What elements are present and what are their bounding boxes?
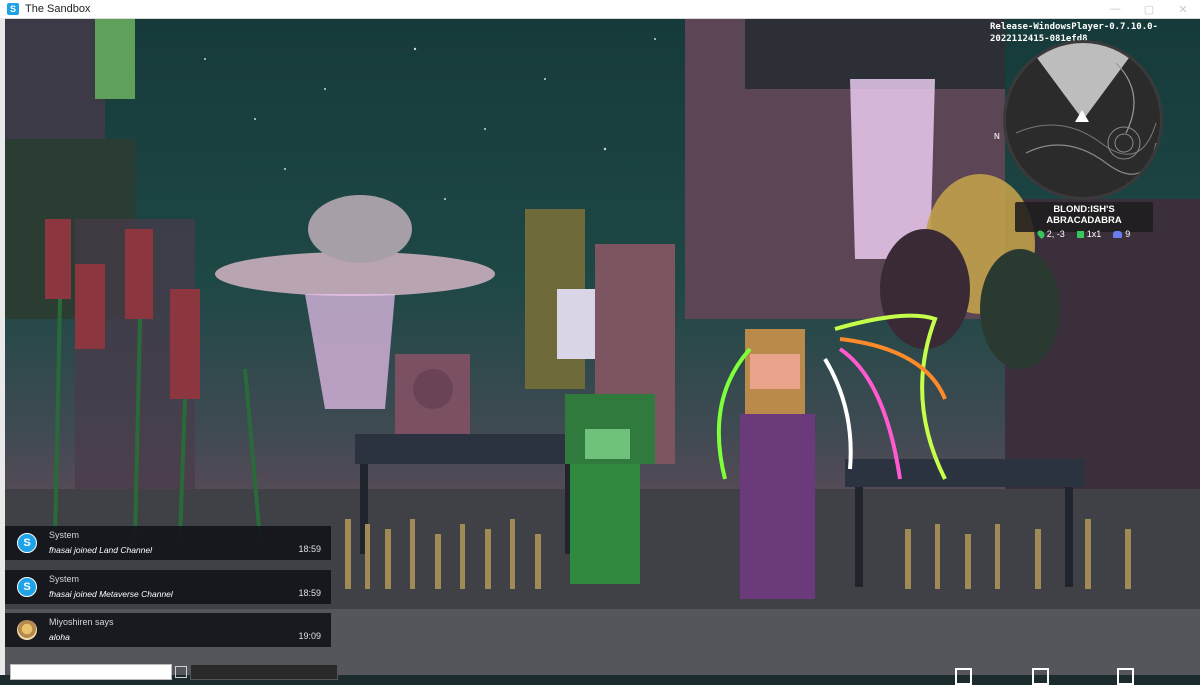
chat-time: 18:59 <box>298 588 321 598</box>
chat-sender: Miyoshiren says <box>49 617 114 627</box>
system-avatar-icon: S <box>17 533 37 553</box>
user-avatar-icon <box>17 620 37 640</box>
hud-toggle-checkbox-1[interactable] <box>955 668 972 685</box>
chat-text: fhasai joined Land Channel <box>49 545 153 555</box>
chat-sender: System <box>49 530 80 540</box>
close-button[interactable]: ✕ <box>1166 0 1200 18</box>
land-size-icon <box>1076 230 1084 238</box>
location-pin-icon <box>1035 229 1046 239</box>
land-players: 9 <box>1113 229 1130 239</box>
chat-message: S System fhasai joined Land Channel 18:5… <box>5 526 331 560</box>
chat-channel-field[interactable] <box>190 664 338 680</box>
window-titlebar: S The Sandbox — ▢ ✕ <box>0 0 1200 19</box>
window-controls: — ▢ ✕ <box>1098 0 1200 18</box>
land-coords: 2, -3 <box>1035 229 1065 239</box>
land-coords-value: 2, -3 <box>1046 229 1065 239</box>
chat-message: S System fhasai joined Metaverse Channel… <box>5 570 331 604</box>
minimize-button[interactable]: — <box>1098 0 1132 18</box>
hud-toggle-checkbox-3[interactable] <box>1117 668 1134 685</box>
players-icon <box>1113 230 1123 238</box>
window-title: The Sandbox <box>25 3 91 15</box>
system-avatar-icon: S <box>17 577 37 597</box>
player-position-icon <box>1075 110 1089 122</box>
land-name: BLOND:ISH'S ABRACADABRA <box>1046 204 1122 226</box>
chat-text: aloha <box>49 632 70 642</box>
chat-sender: System <box>49 574 80 584</box>
chat-time: 19:09 <box>298 631 321 641</box>
chat-time: 18:59 <box>298 544 321 554</box>
chat-channel-toggle[interactable] <box>175 666 187 678</box>
land-players-value: 9 <box>1125 229 1131 239</box>
land-size: 1x1 <box>1076 229 1102 239</box>
land-size-value: 1x1 <box>1086 229 1102 239</box>
chat-text: fhasai joined Metaverse Channel <box>49 589 173 599</box>
maximize-button[interactable]: ▢ <box>1132 0 1166 18</box>
compass-north-label: N <box>994 132 1000 141</box>
land-stats: 2, -3 1x1 9 <box>1015 229 1153 239</box>
sandbox-app-icon: S <box>7 3 19 15</box>
chat-message: Miyoshiren says aloha 19:09 <box>5 613 331 647</box>
land-info-panel: BLOND:ISH'S ABRACADABRA 2, -3 1x1 9 <box>1015 202 1153 239</box>
chat-input[interactable] <box>10 664 172 680</box>
hud-toggle-checkbox-2[interactable] <box>1032 668 1049 685</box>
